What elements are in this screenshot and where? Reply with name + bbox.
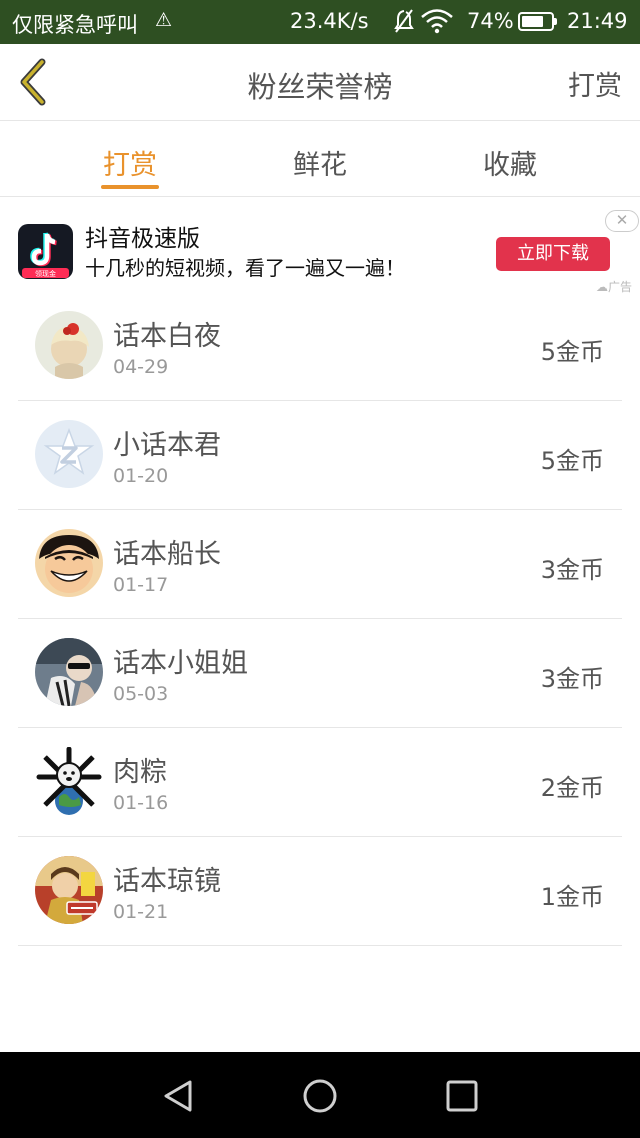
coin-amount: 5金币 [540, 338, 604, 366]
fan-date: 04-29 [113, 356, 169, 378]
ad-app-name: 抖音极速版 [85, 226, 200, 252]
fan-name: 小话本君 [113, 430, 221, 461]
avatar [35, 529, 103, 597]
clock: 21:49 [567, 9, 628, 33]
system-nav-bar [0, 1052, 640, 1138]
battery-percent: 74% [467, 9, 514, 33]
home-nav-icon[interactable] [300, 1076, 340, 1116]
fan-name: 话本船长 [113, 539, 221, 570]
avatar [35, 420, 103, 488]
fan-name: 话本白夜 [113, 321, 221, 352]
coin-amount: 5金币 [540, 447, 604, 475]
wifi-icon [420, 8, 454, 39]
tab-tips[interactable]: 打赏 [70, 143, 190, 182]
tiktok-app-icon: 领现金 [18, 224, 73, 279]
download-button[interactable]: 立即下载 [496, 237, 610, 271]
fan-date: 01-16 [113, 792, 169, 814]
fan-name: 话本小姐姐 [113, 648, 248, 679]
coin-amount: 1金币 [540, 883, 604, 911]
list-item[interactable]: 话本船长 01-17 3金币 [18, 510, 622, 619]
tab-favorites[interactable]: 收藏 [450, 143, 570, 182]
status-bar: 仅限紧急呼叫 ⚠ 23.4K/s 74% 21:49 [0, 0, 640, 44]
battery-tip [554, 18, 557, 25]
avatar [35, 856, 103, 924]
ad-banner[interactable]: 领现金 抖音极速版 十几秒的短视频，看了一遍又一遍！ 立即下载 ✕ ☁广告 [0, 197, 640, 297]
tip-button[interactable]: 打赏 [568, 64, 622, 103]
title-bar: 粉丝荣誉榜 打赏 [0, 44, 640, 121]
coin-amount: 3金币 [540, 665, 604, 693]
avatar [35, 311, 103, 379]
emergency-call-text: 仅限紧急呼叫 [12, 13, 138, 37]
list-item[interactable]: 肉粽 01-16 2金币 [18, 728, 622, 837]
fan-name: 肉粽 [113, 757, 167, 788]
fan-date: 01-20 [113, 465, 169, 487]
list-item[interactable]: 小话本君 01-20 5金币 [18, 401, 622, 510]
network-speed: 23.4K/s [290, 9, 369, 33]
fan-date: 05-03 [113, 683, 169, 705]
ad-close-icon[interactable]: ✕ [605, 210, 639, 232]
fan-list: 话本白夜 04-29 5金币 小话本君 01-20 5金币 话本船长 01-17… [18, 292, 622, 946]
battery-icon [518, 12, 554, 31]
ad-description: 十几秒的短视频，看了一遍又一遍！ [85, 256, 405, 280]
mute-icon [392, 8, 416, 40]
active-tab-indicator [101, 185, 159, 189]
tab-flowers[interactable]: 鲜花 [260, 143, 380, 182]
icon-badge-text: 领现金 [35, 269, 56, 278]
list-item[interactable]: 话本白夜 04-29 5金币 [18, 292, 622, 401]
coin-amount: 3金币 [540, 556, 604, 584]
list-item[interactable]: 话本琼镜 01-21 1金币 [18, 837, 622, 946]
recents-nav-icon[interactable] [442, 1076, 482, 1116]
tab-bar: 打赏 鲜花 收藏 [0, 121, 640, 197]
back-nav-icon[interactable] [158, 1076, 198, 1116]
fan-date: 01-17 [113, 574, 169, 596]
page-title: 粉丝荣誉榜 [247, 70, 393, 104]
fan-date: 01-21 [113, 901, 169, 923]
warning-icon: ⚠ [155, 9, 173, 31]
avatar [35, 638, 103, 706]
list-item[interactable]: 话本小姐姐 05-03 3金币 [18, 619, 622, 728]
coin-amount: 2金币 [540, 774, 604, 802]
avatar [35, 747, 103, 815]
fan-name: 话本琼镜 [113, 866, 221, 897]
